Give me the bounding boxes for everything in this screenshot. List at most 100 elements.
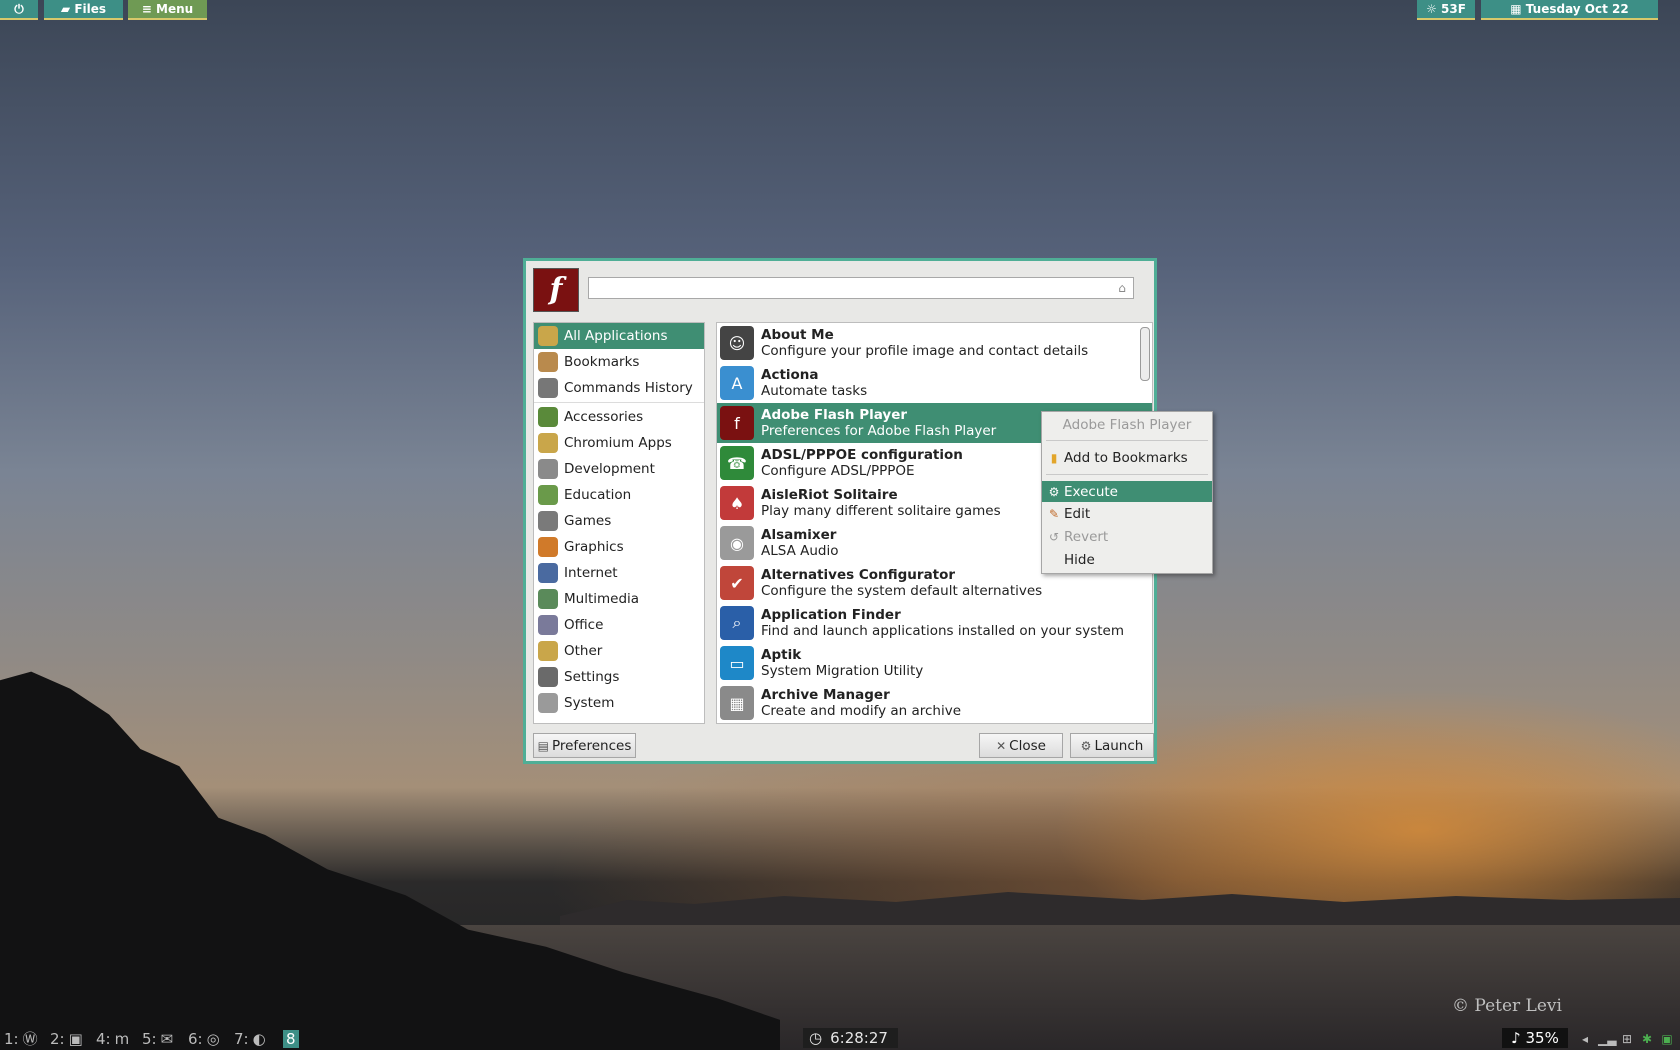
category-label: Office: [564, 617, 604, 633]
speaker-icon[interactable]: ◂: [1578, 1032, 1592, 1046]
workspace-4[interactable]: 5: ✉: [142, 1030, 173, 1048]
category-graphics[interactable]: Graphics: [534, 534, 704, 560]
execute-icon: ⚙: [1048, 484, 1060, 499]
app-text: ADSL/PPPOE configuration Configure ADSL/P…: [761, 447, 963, 479]
app-name: About Me: [761, 327, 834, 343]
alsamixer-icon: ◉: [720, 526, 754, 560]
tray-app-icon[interactable]: ✱: [1640, 1032, 1654, 1046]
app-name: ADSL/PPPOE configuration: [761, 447, 963, 463]
preferences-button[interactable]: ▤ Preferences: [533, 733, 636, 758]
category-education[interactable]: Education: [534, 482, 704, 508]
preferences-icon: ▤: [537, 738, 549, 753]
app-description: ALSA Audio: [761, 543, 839, 559]
category-label: Development: [564, 461, 655, 477]
revert-icon: ↺: [1048, 529, 1060, 544]
list-scrollbar[interactable]: [1140, 327, 1150, 381]
menu-button[interactable]: ≡ Menu: [128, 0, 207, 20]
category-all-applications[interactable]: All Applications: [534, 323, 704, 349]
signal-bars-icon[interactable]: ▁▃: [1598, 1032, 1616, 1046]
development-icon: [538, 459, 558, 479]
workspace-5[interactable]: 6: ◎: [188, 1030, 220, 1048]
app-name: Adobe Flash Player: [761, 407, 908, 423]
app-row[interactable]: ☺ About Me Configure your profile image an…: [717, 323, 1152, 363]
files-button[interactable]: ▰ Files: [44, 0, 123, 20]
folder-icon: ▰: [60, 2, 71, 16]
category-other[interactable]: Other: [534, 638, 704, 664]
app-description: Find and launch applications installed o…: [761, 623, 1124, 639]
power-button[interactable]: ⏻: [0, 0, 38, 20]
workspace-3[interactable]: 4: m: [96, 1030, 129, 1048]
app-name: Archive Manager: [761, 687, 890, 703]
category-label: Other: [564, 643, 603, 659]
magnifier-icon: ⌕: [720, 606, 754, 640]
internet-icon: [538, 563, 558, 583]
education-icon: [538, 485, 558, 505]
app-name: Alsamixer: [761, 527, 837, 543]
close-icon: ✕: [996, 738, 1007, 753]
archive-icon: ▦: [720, 686, 754, 720]
aptik-icon: ▭: [720, 646, 754, 680]
multimedia-icon: [538, 589, 558, 609]
app-name: Actiona: [761, 367, 819, 383]
app-description: Preferences for Adobe Flash Player: [761, 423, 997, 439]
alternatives-icon: ✔: [720, 566, 754, 600]
network-icon[interactable]: ⊞: [1620, 1032, 1634, 1046]
category-games[interactable]: Games: [534, 508, 704, 534]
app-description: Configure the system default alternative…: [761, 583, 1043, 599]
app-description: Automate tasks: [761, 383, 868, 399]
update-icon[interactable]: ▣: [1660, 1032, 1674, 1046]
volume-indicator[interactable]: ♪ 35%: [1502, 1028, 1568, 1048]
edit-icon: ✎: [1048, 506, 1060, 521]
category-commands-history[interactable]: Commands History: [534, 375, 704, 401]
weather-widget[interactable]: ☼ 53F: [1417, 0, 1475, 20]
context-menu-separator: [1046, 440, 1208, 441]
category-bookmarks[interactable]: Bookmarks: [534, 349, 704, 375]
all-apps-icon: [538, 326, 558, 346]
category-label: System: [564, 695, 615, 711]
app-row[interactable]: ▦ Archive Manager Create and modify an arc…: [717, 683, 1152, 723]
camera-icon: ▣: [68, 1030, 83, 1048]
category-label: Accessories: [564, 409, 644, 425]
revert-item[interactable]: ↺ Revert: [1042, 526, 1212, 547]
app-text: Alsamixer ALSA Audio: [761, 527, 838, 559]
category-internet[interactable]: Internet: [534, 560, 704, 586]
close-button[interactable]: ✕ Close: [979, 733, 1063, 758]
app-text: AisleRiot Solitaire Play many different s…: [761, 487, 1001, 519]
workspace-2[interactable]: 2: ▣: [50, 1030, 83, 1048]
category-separator: [534, 402, 704, 403]
app-row[interactable]: A Actiona Automate tasks: [717, 363, 1152, 403]
category-chromium-apps[interactable]: Chromium Apps: [534, 430, 704, 456]
category-development[interactable]: Development: [534, 456, 704, 482]
launch-button[interactable]: ⚙ Launch: [1070, 733, 1154, 758]
search-input[interactable]: [588, 277, 1134, 299]
clock-widget[interactable]: ◷ 6:28:27: [803, 1028, 898, 1048]
category-office[interactable]: Office: [534, 612, 704, 638]
workspace-1[interactable]: 1: Ⓦ: [4, 1030, 38, 1048]
about-me-icon: ☺: [720, 326, 754, 360]
category-label: Chromium Apps: [564, 435, 672, 451]
app-row[interactable]: ▭ Aptik System Migration Utility: [717, 643, 1152, 683]
workspace-6[interactable]: 7: ◐: [234, 1030, 266, 1048]
date-widget[interactable]: ▦ Tuesday Oct 22: [1481, 0, 1658, 20]
category-accessories[interactable]: Accessories: [534, 404, 704, 430]
execute-item[interactable]: ⚙ Execute: [1042, 481, 1212, 502]
app-name: Aptik: [761, 647, 802, 663]
app-row[interactable]: ⌕ Application Finder Find and launch appli…: [717, 603, 1152, 643]
settings-icon: [538, 667, 558, 687]
app-name: Application Finder: [761, 607, 901, 623]
m-icon: m: [114, 1030, 130, 1048]
app-text: Archive Manager Create and modify an arch…: [761, 687, 961, 719]
clear-input-icon[interactable]: ⌂: [1114, 281, 1130, 295]
launch-icon: ⚙: [1080, 738, 1092, 753]
add-to-bookmarks-item[interactable]: ▮ Add to Bookmarks: [1042, 447, 1212, 468]
app-name: AisleRiot Solitaire: [761, 487, 898, 503]
category-system[interactable]: System: [534, 690, 704, 716]
edit-item[interactable]: ✎ Edit: [1042, 503, 1212, 524]
category-multimedia[interactable]: Multimedia: [534, 586, 704, 612]
hide-item[interactable]: Hide: [1042, 549, 1212, 570]
category-label: Commands History: [564, 380, 693, 396]
category-settings[interactable]: Settings: [534, 664, 704, 690]
wallpaper-credit: © Peter Levi: [1452, 996, 1562, 1016]
power-icon: ⏻: [14, 2, 24, 16]
workspace-8[interactable]: 8: [283, 1030, 299, 1048]
